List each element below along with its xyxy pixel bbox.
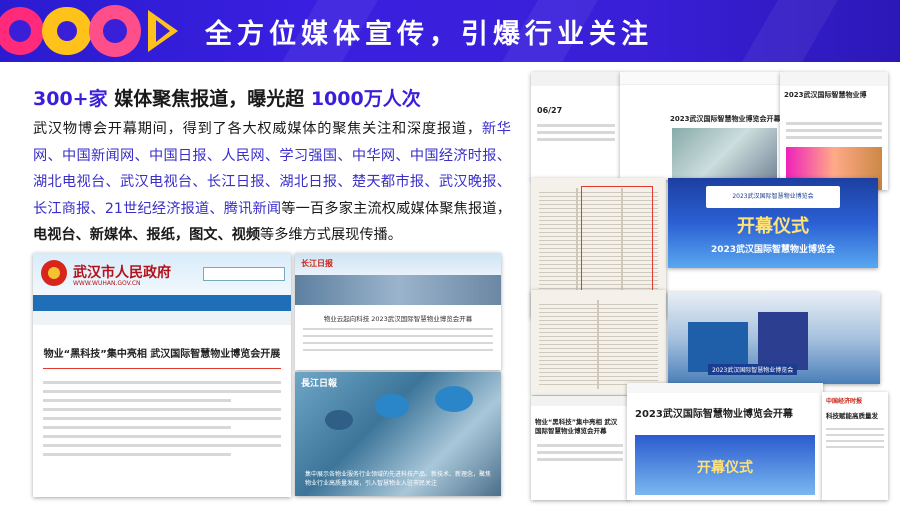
body-middle: 等一百多家主流权威媒体聚焦报道，: [281, 200, 511, 217]
text-line: [826, 440, 884, 442]
web-article-title-bottom: 2023武汉国际智慧物业博览会开幕: [635, 409, 793, 420]
body-forms: 电视台、新媒体、报纸，图文、视频: [33, 227, 261, 243]
headline-reach: 1000万人次: [310, 88, 421, 110]
expo-stage-photo-big: 2023武汉国际智慧物业博览会 开幕仪式 2023武汉国际智慧物业博览会: [668, 178, 878, 268]
news-banner-photo: [295, 275, 501, 305]
gov-site-name: 武汉市人民政府: [73, 265, 171, 281]
booth-panel: [758, 312, 808, 370]
text-line: [43, 381, 281, 384]
paper-name-right: 中国经济时报: [826, 398, 863, 405]
web-article-right: 2023武汉国际智慧物业博: [780, 72, 888, 190]
web-article-title-bl: 物业“黑科技”集中亮相 武汉国际智慧物业博览会开幕: [535, 418, 618, 435]
photo-caption: 集中展示各物业服务行业领域的先进科技产品、新技术、新理念，聚焦物业行业高质量发展…: [305, 471, 492, 487]
text-line: [43, 453, 231, 456]
gov-breadcrumb-bar: [33, 311, 291, 325]
text-line: [826, 434, 884, 436]
gov-website-screenshot: 武汉市人民政府 WWW.WUHAN.GOV.CN 物业“黑科技”集中亮相 武汉国…: [33, 253, 291, 497]
web-article-title: 2023武汉国际智慧物业博览会开幕: [670, 115, 781, 123]
news-article-screenshot: 长江日报 物业云起向科技 2023武汉国际智慧物业博览会开幕: [295, 253, 501, 370]
headline: 300+家 媒体聚焦报道，曝光超 1000万人次: [33, 84, 421, 111]
workers-photo: 長江日報 集中展示各物业服务行业领域的先进科技产品、新技术、新理念，聚焦物业行业…: [295, 372, 501, 496]
news-paper-name: 长江日报: [301, 259, 333, 268]
gov-title-divider: [43, 368, 281, 369]
web-article-small: 06/27: [531, 72, 621, 180]
text-line: [303, 349, 493, 351]
news-header: 长江日报: [295, 253, 501, 275]
web-article-bottom: 2023武汉国际智慧物业博览会开幕 开幕仪式: [627, 383, 823, 500]
text-line: [537, 444, 623, 447]
header-banner: 全方位媒体宣传，引爆行业关注: [0, 0, 900, 62]
banner-title: 全方位媒体宣传，引爆行业关注: [205, 19, 653, 50]
web-header: [620, 72, 782, 85]
paper-headline-right: 科技赋能高质量发: [826, 412, 878, 420]
worker-helmet: [435, 386, 473, 412]
text-line: [43, 399, 231, 402]
banner-stripe: [742, 0, 838, 62]
text-line: [537, 458, 623, 461]
photo-paper-name: 長江日報: [301, 379, 338, 389]
headline-middle: 媒体聚焦报道，曝光超: [107, 88, 311, 110]
text-line: [43, 435, 281, 438]
text-line: [303, 328, 493, 330]
text-line: [43, 444, 281, 447]
gov-site-url: WWW.WUHAN.GOV.CN: [73, 280, 141, 287]
text-line: [786, 129, 882, 132]
highlight-box: [581, 186, 653, 292]
expo-visitors-photo: [672, 128, 777, 178]
headline-count: 300+家: [33, 88, 108, 110]
web-header: [627, 383, 823, 393]
newspaper-right: 中国经济时报 科技赋能高质量发: [822, 392, 888, 500]
expo-bottom-stage-title: 开幕仪式: [697, 460, 753, 476]
expo-stage-subtitle: 2023武汉国际智慧物业博览会: [710, 245, 836, 255]
gov-site-header: 武汉市人民政府 WWW.WUHAN.GOV.CN: [33, 253, 291, 295]
expo-date: 06/27: [537, 106, 563, 115]
column-divider: [597, 300, 599, 389]
text-line: [786, 136, 882, 139]
body-intro: 武汉物博会开幕期间，得到了各大权威媒体的聚焦关注和深度报道，: [33, 121, 482, 137]
text-line: [537, 124, 615, 127]
national-emblem-icon: [41, 260, 67, 286]
body-paragraph: 武汉物博会开幕期间，得到了各大权威媒体的聚焦关注和深度报道，新华网、中国新闻网、…: [33, 116, 511, 249]
web-header: [531, 72, 621, 86]
expo-bottom-photo: 开幕仪式: [635, 435, 815, 495]
body-tail: 等多维方式展现传播。: [260, 227, 402, 243]
text-line: [786, 122, 882, 125]
text-line: [43, 390, 281, 393]
worker-helmet: [325, 410, 353, 430]
text-line: [537, 451, 623, 454]
text-line: [537, 131, 615, 134]
worker-helmet: [375, 394, 409, 418]
text-line: [303, 335, 493, 337]
web-header: [531, 396, 629, 406]
booth-banner: 2023武汉国际智慧物业博览会: [708, 364, 798, 375]
web-article-expo: 2023武汉国际智慧物业博览会开幕: [620, 72, 782, 180]
gov-nav-bar: [33, 295, 291, 311]
text-line: [43, 408, 281, 411]
newspaper-page-2: [531, 290, 666, 395]
text-line: [826, 428, 884, 430]
web-header: [780, 72, 888, 86]
text-line: [43, 426, 231, 429]
text-line: [537, 138, 615, 141]
text-line: [43, 417, 281, 420]
gov-search-box: [203, 267, 285, 281]
text-line: [303, 342, 493, 344]
text-line: [826, 446, 884, 448]
news-article-title: 物业云起向科技 2023武汉国际智慧物业博览会开幕: [323, 315, 473, 323]
expo-stage-title: 开幕仪式: [737, 216, 809, 237]
web-article-bottom-left: 物业“黑科技”集中亮相 武汉国际智慧物业博览会开幕: [531, 396, 629, 500]
expo-booth-photo: 2023武汉国际智慧物业博览会: [668, 292, 880, 384]
decorative-logo-icon: [0, 5, 178, 57]
web-article-title-right: 2023武汉国际智慧物业博: [784, 91, 867, 99]
expo-stage-banner: 2023武汉国际智慧物业博览会: [705, 186, 841, 208]
gov-article-title: 物业“黑科技”集中亮相 武汉国际智慧物业博览会开展: [43, 349, 281, 360]
